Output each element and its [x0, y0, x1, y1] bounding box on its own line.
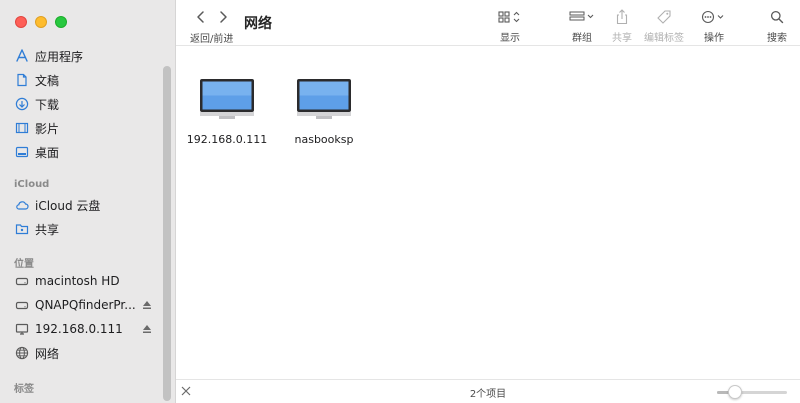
window-controls — [15, 16, 67, 28]
search-button[interactable]: 搜索 — [764, 8, 790, 44]
toolbar: 返回/前进 网络 显示 群组 共享 编辑标签 操作 搜索 — [176, 0, 800, 46]
zoom-window-button[interactable] — [55, 16, 67, 28]
group-button[interactable]: 群组 — [568, 8, 596, 44]
sidebar-item-label: 共享 — [35, 222, 60, 237]
globe-icon — [15, 346, 29, 360]
disk-icon — [15, 298, 29, 312]
shared-folder-icon — [15, 222, 29, 236]
monitor-icon — [15, 322, 29, 336]
edit-tags-button[interactable]: 编辑标签 — [642, 8, 686, 44]
sidebar-item-label: 192.168.0.111 — [35, 322, 123, 336]
file-item[interactable]: nasbooksp — [279, 78, 369, 146]
minimize-window-button[interactable] — [35, 16, 47, 28]
search-icon — [770, 8, 784, 25]
status-bar: 2个项目 — [176, 379, 800, 403]
sidebar-section-tags: 标签 — [14, 384, 34, 395]
sidebar-item-label: macintosh HD — [35, 274, 120, 288]
back-forward-label: 返回/前进 — [190, 34, 234, 45]
grid-view-icon — [496, 8, 524, 25]
group-icon — [568, 8, 596, 25]
forward-button[interactable] — [216, 10, 230, 24]
sidebar-item-documents[interactable]: 文稿 — [0, 69, 160, 91]
sidebar-item-applications[interactable]: 应用程序 — [0, 45, 160, 67]
sidebar-scrollbar[interactable] — [163, 66, 171, 401]
view-label: 显示 — [500, 33, 520, 44]
tag-icon — [656, 8, 672, 25]
more-actions-icon — [700, 8, 728, 25]
sidebar-item-server[interactable]: 192.168.0.111 — [0, 318, 160, 340]
download-icon — [15, 97, 29, 111]
group-label: 群组 — [572, 33, 592, 44]
desktop-icon — [15, 145, 29, 159]
sidebar-item-label: QNAPQfinderPr... — [35, 298, 136, 312]
sidebar-item-movies[interactable]: 影片 — [0, 117, 160, 139]
action-label: 操作 — [704, 33, 724, 44]
finder-window: 应用程序 文稿 下载 影片 桌面 iCloud iCloud 云盘 共享 位置 … — [0, 0, 800, 403]
file-browser: 192.168.0.111 nasbooksp — [176, 46, 800, 379]
share-button[interactable]: 共享 — [610, 8, 634, 44]
search-label: 搜索 — [767, 33, 787, 44]
action-button[interactable]: 操作 — [700, 8, 728, 44]
eject-icon[interactable] — [142, 323, 152, 333]
view-button[interactable]: 显示 — [496, 8, 524, 44]
computer-icon — [199, 78, 255, 123]
window-title: 网络 — [244, 16, 272, 32]
cloud-icon — [15, 198, 29, 212]
computer-icon — [296, 78, 352, 123]
sidebar-item-macintosh-hd[interactable]: macintosh HD — [0, 270, 160, 292]
slider-knob[interactable] — [727, 385, 742, 399]
disk-icon — [15, 274, 29, 288]
sidebar-item-qnap[interactable]: QNAPQfinderPr... — [0, 294, 160, 316]
sidebar-item-label: 下载 — [35, 97, 60, 112]
eject-icon[interactable] — [142, 299, 152, 309]
back-button[interactable] — [194, 10, 208, 24]
sidebar-item-downloads[interactable]: 下载 — [0, 93, 160, 115]
sidebar: 应用程序 文稿 下载 影片 桌面 iCloud iCloud 云盘 共享 位置 … — [0, 0, 176, 403]
sidebar-item-network[interactable]: 网络 — [0, 342, 160, 364]
sidebar-section-icloud: iCloud — [14, 179, 50, 190]
document-icon — [15, 73, 29, 87]
sidebar-section-locations: 位置 — [14, 259, 34, 270]
close-window-button[interactable] — [15, 16, 27, 28]
sidebar-item-label: 网络 — [35, 346, 60, 361]
item-count: 2个项目 — [469, 389, 507, 400]
file-item[interactable]: 192.168.0.111 — [182, 78, 272, 146]
sidebar-item-label: 影片 — [35, 121, 60, 136]
share-icon — [615, 8, 629, 25]
sidebar-item-label: iCloud 云盘 — [35, 198, 101, 213]
sidebar-item-icloud-drive[interactable]: iCloud 云盘 — [0, 194, 160, 216]
edit-tags-label: 编辑标签 — [644, 33, 684, 44]
sidebar-item-desktop[interactable]: 桌面 — [0, 141, 160, 163]
share-label: 共享 — [612, 33, 632, 44]
file-name: 192.168.0.111 — [186, 133, 268, 146]
apps-icon — [15, 49, 29, 63]
sidebar-item-label: 应用程序 — [35, 49, 84, 64]
sidebar-item-label: 文稿 — [35, 73, 60, 88]
file-name: nasbooksp — [294, 133, 354, 146]
sidebar-item-label: 桌面 — [35, 145, 60, 160]
sidebar-item-shared[interactable]: 共享 — [0, 218, 160, 240]
film-icon — [15, 121, 29, 135]
